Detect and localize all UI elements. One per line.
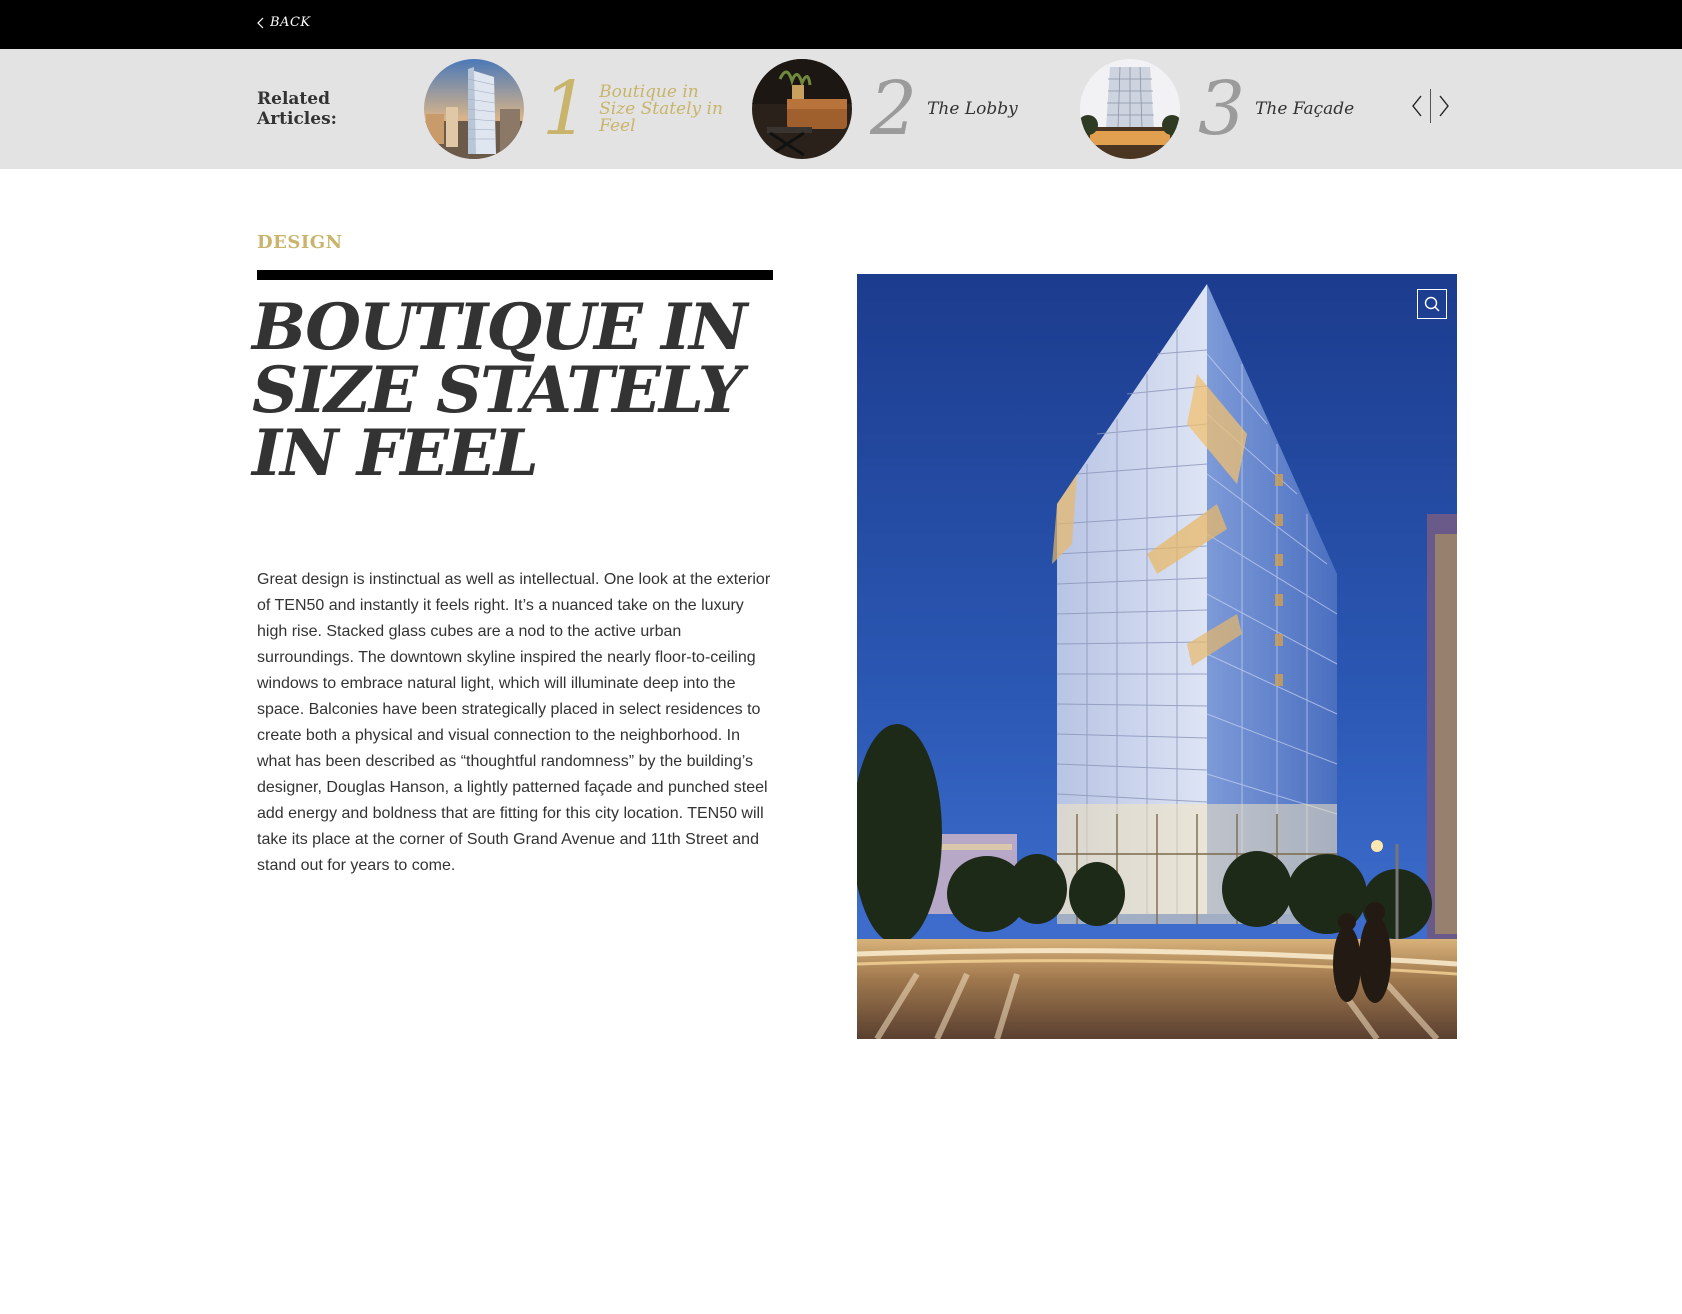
building-photo: [857, 274, 1457, 1039]
related-heading: Related Articles:: [257, 89, 337, 129]
zoom-button[interactable]: [1417, 289, 1447, 319]
article-body: Great design is instinctual as well as i…: [257, 571, 771, 874]
chevron-left-icon: [1412, 95, 1422, 117]
prev-arrow-button[interactable]: [1404, 89, 1430, 123]
related-number: 1: [542, 66, 590, 152]
related-articles-bar: Related Articles: 1 Boutique in Size Sta…: [0, 49, 1682, 169]
related-number: 3: [1198, 66, 1246, 152]
related-title: The Lobby: [927, 98, 1018, 119]
title-rule: [257, 270, 773, 280]
facade-thumbnail: [1080, 59, 1180, 159]
tower-thumbnail: [424, 59, 524, 159]
related-article-3[interactable]: 3 The Façade: [1080, 59, 1354, 159]
back-label: BACK: [270, 15, 311, 30]
article-headline: BOUTIQUE IN SIZE STATELY IN FEEL: [252, 290, 747, 491]
related-title: The Façade: [1255, 98, 1355, 119]
back-button[interactable]: BACK: [257, 15, 311, 30]
related-title: Boutique in Size Stately in Feel: [599, 81, 723, 136]
related-number: 2: [870, 66, 918, 152]
magnifier-icon: [1424, 296, 1440, 312]
chevron-right-icon: [1439, 95, 1449, 117]
hero-image[interactable]: [857, 274, 1457, 1039]
next-arrow-button[interactable]: [1431, 89, 1457, 123]
lobby-thumbnail: [752, 59, 852, 159]
top-bar: BACK: [0, 0, 1682, 49]
related-article-1[interactable]: 1 Boutique in Size Stately in Feel: [424, 59, 724, 159]
related-nav: [1404, 89, 1457, 123]
chevron-left-icon: [257, 17, 264, 28]
related-article-2[interactable]: 2 The Lobby: [752, 59, 1018, 159]
category-label: DESIGN: [257, 232, 343, 253]
